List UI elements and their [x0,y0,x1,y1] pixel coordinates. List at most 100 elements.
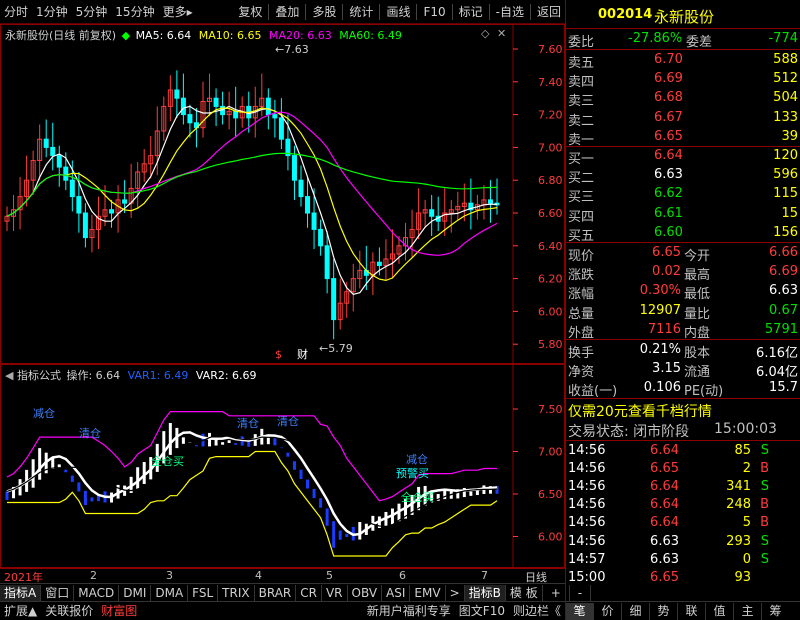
statistics-button[interactable]: 统计 [345,1,377,23]
tab-more[interactable]: 更多▸ [159,1,197,23]
ask-row[interactable]: 卖二 6.67 133 [566,109,800,129]
overlay-button[interactable]: 叠加 [271,1,303,23]
divider [416,3,418,20]
tab-window[interactable]: 窗口 [41,584,75,601]
related-quote-button[interactable]: 关联报价 [41,603,97,620]
stat-value: 6.63 [769,283,798,299]
candle-body [298,179,304,198]
tabs-next-button[interactable]: > [446,584,465,601]
mark-button[interactable]: 标记 [455,1,487,23]
trade-status-time: 15:00:03 [714,421,777,437]
promo-row[interactable]: 仅需20元查看千档行情 [566,400,800,420]
tab-cr[interactable]: CR [296,584,322,601]
divider [566,398,800,399]
bid-price: 6.60 [654,224,683,240]
tick-side: B [760,515,769,531]
bid-label: 买五 [568,228,595,244]
stat-label: 换手 [568,346,595,361]
f10-graphic-button[interactable]: 图文F10 [455,603,509,620]
high-price-marker: ←7.63 [275,43,309,56]
bid-row[interactable]: 买五 6.60 156 [566,224,800,244]
ask-row[interactable]: 卖一 6.65 39 [566,128,800,148]
stat-value: 7116 [647,321,681,337]
restore-rights-button[interactable]: 复权 [234,1,266,23]
tab-15min[interactable]: 15分钟 [111,1,158,23]
indicator-panel[interactable]: ◀ 指标公式 操作: 6.64 VAR1: 6.49 VAR2: 6.69 7.… [0,364,565,568]
bid-volume: 596 [773,167,798,183]
indicator-plot[interactable]: 7.507.006.506.00减仓清仓清仓 清仓全仓买 减仓预警买全仓买 [1,365,564,567]
tab-intraday[interactable]: 分时 [0,1,32,23]
company-stat-row: 净资 3.15 流通 6.04亿 [566,360,800,381]
date-month-6: 6 [399,569,406,582]
tab-template[interactable]: 模 板 [506,584,543,601]
stat-value: 6.65 [652,245,681,260]
price-tick-label: 6.20 [538,273,563,286]
back-button[interactable]: 返回 [533,1,565,23]
wealth-chart-button[interactable]: 财富图 [97,603,141,620]
tab-5min[interactable]: 5分钟 [72,1,112,23]
tick-price: 6.64 [650,479,679,495]
ask-row[interactable]: 卖四 6.69 512 [566,70,800,90]
kline-plot[interactable]: 7.60 7.40 7.20 7.00 6.80 6.60 6.40 6.20 6.00 5.80… [1,25,564,363]
stat-value: 15.7 [769,380,798,396]
var2-shadow-line [6,434,498,528]
stat-label: 最高 [684,268,711,284]
price-tick-label: 6.00 [538,305,563,318]
candle-body [291,155,297,181]
promo-link[interactable]: 仅需20元查看千档行情 [568,401,712,421]
tab-fsl[interactable]: FSL [188,584,219,601]
ask-volume: 39 [781,128,798,144]
tick-side: S [760,443,769,458]
tab-indicator-a[interactable]: 指标A [0,584,42,601]
multi-stock-button[interactable]: 多股 [308,1,340,23]
tick-time: 14:56 [568,497,606,513]
tab-1min[interactable]: 1分钟 [32,1,72,23]
stat-row: 外盘 7116 内盘 5791 [566,321,800,341]
tab-vr[interactable]: VR [322,584,348,601]
dividend-marker[interactable]: $ [275,348,282,361]
financial-report-marker[interactable]: 财 [297,347,308,361]
tab-obv[interactable]: OBV [348,584,383,601]
signal-annotation: 预警买 [396,466,429,480]
bid-row[interactable]: 买一 6.64 120 [566,147,800,167]
kline-chart-panel[interactable]: 永新股份(日线 前复权) ◆ MA5: 6.64 MA10: 6.65 MA20… [0,24,565,364]
remove-watchlist-button[interactable]: -自选 [492,1,528,23]
stat-label: 流通 [684,365,711,381]
tab-macd[interactable]: MACD [74,584,120,601]
tab-emv[interactable]: EMV [410,584,446,601]
candle-body [174,89,180,99]
price-tick-label: 6.60 [538,207,563,220]
tick-volume: 5 [742,515,751,531]
ask-row[interactable]: 卖三 6.68 504 [566,89,800,109]
tab-trix[interactable]: TRIX [218,584,255,601]
ask-price: 6.68 [654,90,683,106]
bid-row[interactable]: 买二 6.63 596 [566,166,800,186]
bid-row[interactable]: 买三 6.62 115 [566,185,800,205]
new-user-benefit-link[interactable]: 新用户福利专享 [363,603,455,620]
expand-button[interactable]: 扩展▲ [0,603,41,620]
tick-volume: 2 [742,461,751,477]
tab-brar[interactable]: BRAR [255,584,297,601]
divider [268,3,270,20]
bid-row[interactable]: 买四 6.61 15 [566,205,800,225]
candle-body [305,196,311,214]
tab-indicator-b[interactable]: 指标B [464,584,506,601]
signal-annotation: 清仓 [79,426,101,440]
stat-value: 0.21% [639,342,681,357]
sidebar-toggle-button[interactable]: 则边栏《 [509,603,565,620]
tab-dmi[interactable]: DMI [119,584,152,601]
stock-code: 002014 [598,7,653,22]
ma10-line [6,107,498,282]
candle-body [50,146,56,157]
tab-asi[interactable]: ASI [382,584,411,601]
candle-body [272,114,278,119]
tab-dma[interactable]: DMA [151,584,189,601]
draw-line-button[interactable]: 画线 [382,1,414,23]
f10-button[interactable]: F10 [419,1,449,23]
bid-price: 6.62 [654,186,683,202]
stat-value: 3.15 [652,361,681,377]
ask-row[interactable]: 卖五 6.70 588 [566,51,800,71]
divider [566,242,800,243]
stat-label: 股本 [684,346,711,361]
tick-row: 14:57 6.63 0 S [566,551,800,570]
